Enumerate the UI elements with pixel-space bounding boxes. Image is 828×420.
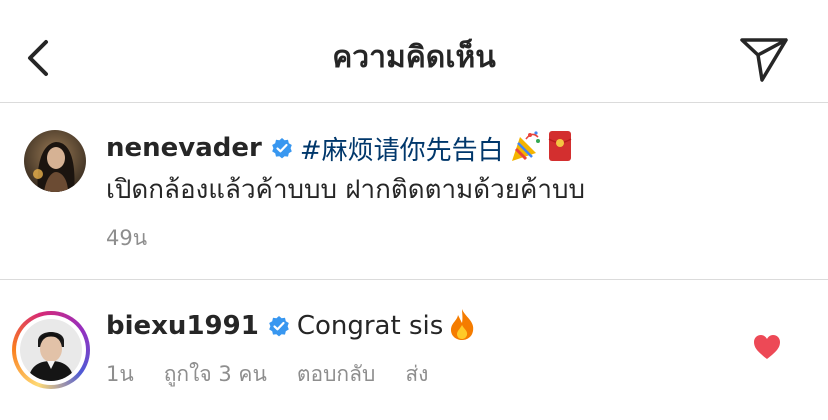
party-popper-icon [508, 129, 544, 167]
paper-plane-icon [740, 38, 788, 82]
avatar[interactable] [24, 130, 86, 192]
page-title: ความคิดเห็น [332, 40, 496, 75]
likes-count-link[interactable]: ถูกใจ 3 คน [164, 358, 267, 391]
header: ความคิดเห็น [0, 0, 828, 103]
reply-button[interactable]: ตอบกลับ [297, 358, 376, 391]
verified-badge-icon [267, 314, 291, 338]
comment-text: Congrat sis [296, 311, 444, 341]
red-envelope-icon [548, 130, 572, 166]
avatar [20, 319, 82, 381]
hashtag-link[interactable]: #麻烦请你先告白 [300, 130, 504, 167]
like-button[interactable] [752, 333, 782, 361]
story-ring[interactable] [12, 311, 90, 389]
caption-text: เปิดกล้องแล้วค้าบบบ ฝากติดตามด้วยค้าบบ [106, 175, 586, 205]
heart-icon [754, 335, 780, 359]
avatar-image [24, 130, 86, 192]
comment-header: biexu1991 Congrat sis [106, 306, 477, 346]
verified-badge-icon [270, 136, 294, 160]
comments-screen: ความคิดเห็น nenevader #麻烦请你先告白 เปิดกล้อง… [0, 0, 828, 420]
caption-header: nenevader #麻烦请你先告白 [106, 128, 572, 168]
caption-username[interactable]: nenevader [106, 133, 262, 163]
share-button[interactable] [738, 34, 790, 84]
avatar-image [20, 319, 82, 381]
send-button[interactable]: ส่ง [405, 358, 428, 391]
comment-username[interactable]: biexu1991 [106, 311, 259, 341]
fire-icon [447, 307, 477, 345]
caption-timestamp: 49น [106, 226, 148, 250]
comment-meta: 1น ถูกใจ 3 คน ตอบกลับ ส่ง [106, 358, 458, 391]
comment-timestamp: 1น [106, 362, 134, 386]
